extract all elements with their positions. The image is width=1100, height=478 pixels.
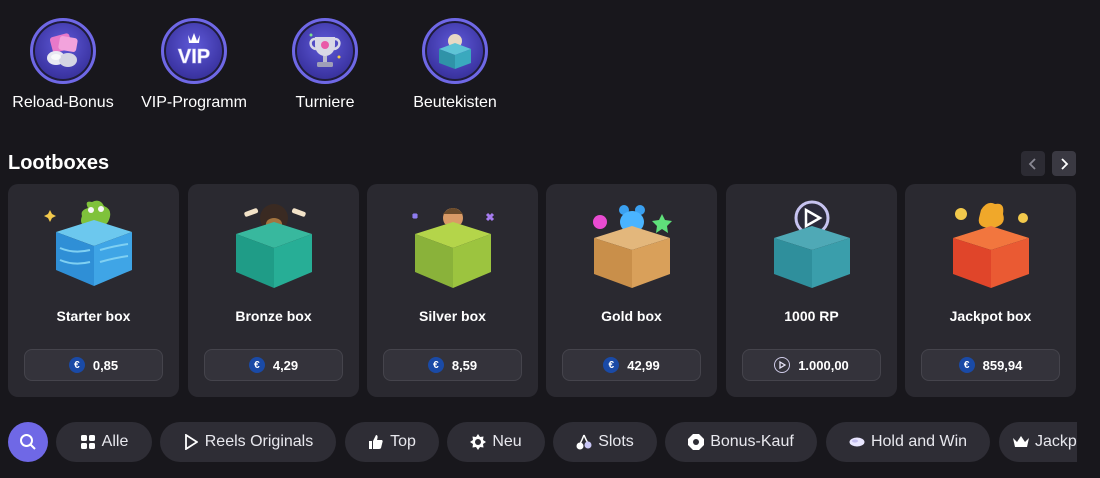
quick-nav-turniere[interactable]: Turniere [260, 18, 390, 118]
buy-bronze-box-button[interactable]: € 4,29 [204, 349, 343, 381]
filter-chip-label: Bonus-Kauf [710, 433, 794, 450]
cherries-icon [576, 434, 592, 450]
bronze-box-icon [235, 204, 312, 288]
filter-chip-label: Top [390, 433, 416, 450]
carousel-prev-button[interactable] [1021, 151, 1045, 176]
lootbox-price: 859,94 [982, 357, 1023, 373]
filter-chip-alle[interactable]: Alle [56, 422, 152, 462]
quick-nav-beutekisten[interactable]: Beutekisten [390, 18, 520, 118]
lootbox-price: 42,99 [627, 357, 660, 373]
filter-chip-label: Hold and Win [870, 433, 968, 450]
reels-logo-icon [183, 434, 199, 450]
lootbox-name: Bronze box [235, 308, 312, 324]
filter-chip-neu[interactable]: Neu [447, 422, 545, 462]
lootbox-price: 0,85 [92, 357, 119, 373]
carousel-next-button[interactable] [1052, 151, 1076, 176]
quick-nav-label: Beutekisten [413, 94, 497, 111]
reload-bonus-icon [30, 18, 96, 84]
filter-chip-hold-and-win[interactable]: Hold and Win [826, 422, 990, 462]
lootbox-price: 8,59 [451, 357, 478, 373]
category-filters: Alle Reels Originals Top Neu Slots Bonus… [0, 420, 1077, 464]
jackpot-box-icon [952, 202, 1029, 288]
grid-icon [80, 434, 96, 450]
bonus-buy-icon [688, 434, 705, 450]
lootbox-price: 4,29 [272, 357, 299, 373]
thumbs-up-icon [368, 434, 384, 450]
quick-nav-vip[interactable]: VIP VIP-Programm [129, 18, 259, 118]
quick-nav-label: VIP-Programm [141, 94, 247, 111]
coins-icon [849, 434, 865, 450]
loot-chest-icon [422, 18, 488, 84]
silver-box-icon [411, 208, 494, 288]
filter-chip-jackpot[interactable]: Jackpot [999, 422, 1077, 462]
reels-points-icon [774, 357, 791, 373]
quick-nav: Reload-Bonus VIP VIP-Programm Turniere B… [0, 18, 520, 118]
lootbox-name: Starter box [56, 308, 131, 324]
lootbox-carousel: Starter box € 0,85 Bronze box € 4,29 Sil… [8, 184, 1078, 397]
lootbox-name: 1000 RP [784, 308, 839, 324]
filter-chip-label: Neu [492, 433, 522, 450]
euro-icon: € [68, 357, 85, 373]
trophy-icon [292, 18, 358, 84]
lootbox-card-jackpot[interactable]: Jackpot box € 859,94 [905, 184, 1076, 397]
buy-starter-box-button[interactable]: € 0,85 [24, 349, 163, 381]
filter-chip-label: Slots [598, 433, 634, 450]
chevron-right-icon [1061, 157, 1069, 170]
filter-chip-label: Jackpot [1035, 433, 1077, 450]
lootbox-card-gold[interactable]: Gold box € 42,99 [546, 184, 717, 397]
euro-icon: € [427, 357, 444, 373]
crown-icon [1013, 434, 1029, 450]
reels-points-box-icon [773, 200, 850, 288]
quick-nav-label: Turniere [295, 94, 355, 111]
starter-box-icon [43, 200, 132, 286]
filter-chip-reels-originals[interactable]: Reels Originals [160, 422, 336, 462]
quick-nav-label: Reload-Bonus [12, 94, 114, 111]
lootbox-card-rp[interactable]: 1000 RP 1.000,00 [726, 184, 897, 397]
vip-icon: VIP [161, 18, 227, 84]
lootbox-name: Gold box [601, 308, 662, 324]
buy-gold-box-button[interactable]: € 42,99 [562, 349, 701, 381]
new-badge-icon [470, 434, 487, 450]
euro-icon: € [958, 357, 975, 373]
filter-chip-label: Reels Originals [204, 433, 314, 450]
lootbox-name: Jackpot box [949, 308, 1032, 324]
search-icon [20, 434, 36, 450]
filter-chip-label: Alle [101, 433, 129, 450]
lootbox-card-bronze[interactable]: Bronze box € 4,29 [188, 184, 359, 397]
filter-chip-top[interactable]: Top [345, 422, 439, 462]
lootbox-name: Silver box [419, 308, 486, 324]
lootboxes-title: Lootboxes [8, 152, 110, 174]
quick-nav-reload-bonus[interactable]: Reload-Bonus [0, 18, 128, 118]
chevron-left-icon [1028, 157, 1036, 170]
gold-box-icon [592, 205, 672, 288]
filter-chip-bonus-kauf[interactable]: Bonus-Kauf [665, 422, 817, 462]
lootbox-card-silver[interactable]: Silver box € 8,59 [367, 184, 538, 397]
euro-icon: € [248, 357, 265, 373]
filter-chip-slots[interactable]: Slots [553, 422, 657, 462]
euro-icon: € [603, 357, 620, 373]
lootbox-price: 1.000,00 [798, 357, 849, 373]
search-button[interactable] [8, 422, 48, 462]
buy-silver-box-button[interactable]: € 8,59 [383, 349, 522, 381]
vip-icon-text: VIP [178, 46, 210, 68]
lootbox-card-starter[interactable]: Starter box € 0,85 [8, 184, 179, 397]
buy-jackpot-box-button[interactable]: € 859,94 [921, 349, 1060, 381]
buy-rp-box-button[interactable]: 1.000,00 [742, 349, 881, 381]
